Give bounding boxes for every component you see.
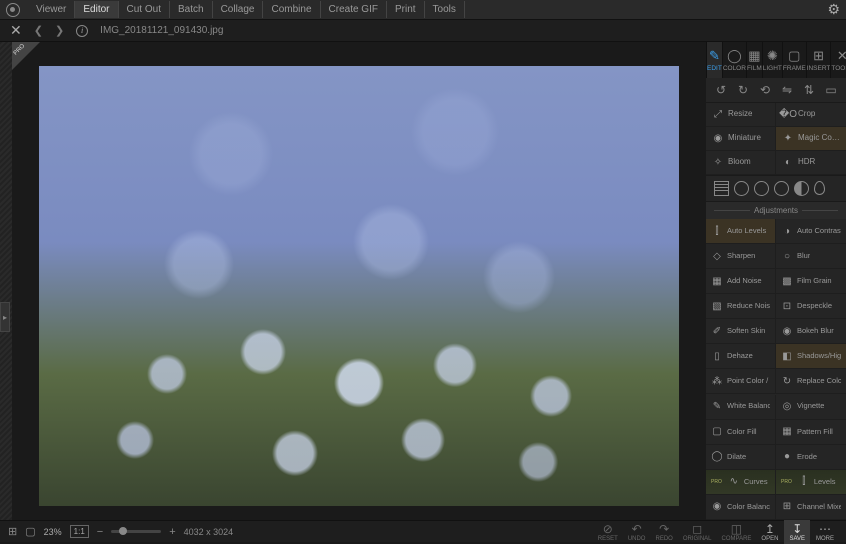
- image-canvas[interactable]: [39, 66, 679, 506]
- close-button[interactable]: ✕: [10, 22, 22, 39]
- pro-badge: PRO: [12, 42, 40, 70]
- adjustments-grid: ⫿Auto Levels◑Auto Contrast◇Sharpen○Blur▦…: [706, 219, 846, 520]
- rotate-free-icon[interactable]: ⟲: [758, 83, 772, 97]
- adjust-pattern-fill[interactable]: ▦Pattern Fill: [776, 420, 846, 445]
- adjust-channel-mixer[interactable]: ⊞Channel Mixer: [776, 495, 846, 520]
- status-bar: ⊞ ▢ 23% 1:1 − + 4032 x 3024 ⊘RESET↶UNDO↷…: [0, 520, 846, 542]
- mode-tabs: ✎EDIT◯COLOR▦FILM✺LIGHT▢FRAME⊞INSERT✕TOOL…: [706, 42, 846, 78]
- menu-batch[interactable]: Batch: [170, 1, 213, 18]
- canvas-area: PRO: [12, 42, 706, 520]
- rotate-tools: ↺ ↻ ⟲ ⇋ ⇅ ▭: [706, 78, 846, 103]
- adjust-bokeh-blur[interactable]: ◉Bokeh Blur: [776, 319, 846, 344]
- zoom-out-button[interactable]: −: [97, 526, 103, 538]
- file-name: IMG_20181121_091430.jpg: [100, 25, 223, 36]
- right-panel: ✎EDIT◯COLOR▦FILM✺LIGHT▢FRAME⊞INSERT✕TOOL…: [706, 42, 846, 520]
- zoom-value: 23%: [44, 527, 62, 537]
- rotate-cw-icon[interactable]: ↻: [736, 83, 750, 97]
- adjust-white-balance[interactable]: ✎White Balance: [706, 395, 776, 420]
- menu-editor[interactable]: Editor: [75, 1, 118, 18]
- mode-tab-frame[interactable]: ▢FRAME: [782, 42, 806, 78]
- menu-tools[interactable]: Tools: [425, 1, 465, 18]
- left-strip: ▸: [0, 42, 12, 520]
- adjust-curves[interactable]: PRO∿Curves: [706, 470, 776, 495]
- adjust-color-fill[interactable]: ▢Color Fill: [706, 420, 776, 445]
- expand-panel-button[interactable]: ▸: [0, 302, 10, 332]
- tool-hdr[interactable]: ◐HDR: [776, 151, 846, 175]
- adjust-dehaze[interactable]: ▯Dehaze: [706, 344, 776, 369]
- mode-tab-edit[interactable]: ✎EDIT: [706, 42, 722, 78]
- menu-viewer[interactable]: Viewer: [28, 1, 75, 18]
- action-more[interactable]: ⋯MORE: [812, 522, 838, 542]
- adjust-replace-color[interactable]: ↻Replace Color: [776, 369, 846, 394]
- transform-grid: ⤢Resize�OCrop◉Miniature✦Magic Color✧Bloo…: [706, 103, 846, 176]
- rotate-ccw-icon[interactable]: ↺: [714, 83, 728, 97]
- adjust-reduce-noise[interactable]: ▧Reduce Noise: [706, 294, 776, 319]
- preset-drop-icon[interactable]: [814, 181, 825, 195]
- preset-circle-2-icon[interactable]: [754, 181, 769, 196]
- action-reset[interactable]: ⊘RESET: [594, 522, 622, 542]
- adjust-vignette[interactable]: ◎Vignette: [776, 395, 846, 420]
- adjust-auto-contrast[interactable]: ◑Auto Contrast: [776, 219, 846, 244]
- menu-combine[interactable]: Combine: [263, 1, 320, 18]
- adjustments-header: Adjustments: [706, 202, 846, 219]
- preset-circle-3-icon[interactable]: [774, 181, 789, 196]
- mode-tab-film[interactable]: ▦FILM: [746, 42, 762, 78]
- action-redo[interactable]: ↷REDO: [651, 522, 676, 542]
- action-undo[interactable]: ↶UNDO: [624, 522, 650, 542]
- mode-tab-insert[interactable]: ⊞INSERT: [806, 42, 831, 78]
- tool-magic-color[interactable]: ✦Magic Color: [776, 127, 846, 151]
- adjust-point-color-emphasize-col-[interactable]: ⁂Point Color / Emphasize Col.: [706, 369, 776, 394]
- menu-cut-out[interactable]: Cut Out: [119, 1, 170, 18]
- adjust-sharpen[interactable]: ◇Sharpen: [706, 244, 776, 269]
- action-compare[interactable]: ◫COMPARE: [718, 522, 756, 542]
- menu-print[interactable]: Print: [387, 1, 425, 18]
- flip-v-icon[interactable]: ⇅: [802, 83, 816, 97]
- image-dimensions: 4032 x 3024: [184, 527, 234, 537]
- top-menu: ViewerEditorCut OutBatchCollageCombineCr…: [0, 0, 846, 20]
- tool-crop[interactable]: �OCrop: [776, 103, 846, 127]
- file-bar: ✕ ❮ ❯ i IMG_20181121_091430.jpg: [0, 20, 846, 42]
- adjust-shadows-highlights[interactable]: ◧Shadows/Highlights: [776, 344, 846, 369]
- preset-circle-1-icon[interactable]: [734, 181, 749, 196]
- adjust-despeckle[interactable]: ⊡Despeckle: [776, 294, 846, 319]
- prev-file-button[interactable]: ❮: [34, 24, 43, 37]
- mode-tab-tools[interactable]: ✕TOOLS: [830, 42, 846, 78]
- view-icon[interactable]: ▢: [25, 525, 35, 538]
- adjust-add-noise[interactable]: ▦Add Noise: [706, 269, 776, 294]
- info-icon[interactable]: i: [76, 25, 88, 37]
- adjust-soften-skin[interactable]: ✐Soften Skin: [706, 319, 776, 344]
- settings-gear-icon[interactable]: ⚙: [827, 1, 840, 18]
- adjust-erode[interactable]: ●Erode: [776, 445, 846, 470]
- next-file-button[interactable]: ❯: [55, 24, 64, 37]
- menu-collage[interactable]: Collage: [213, 1, 264, 18]
- adjust-color-balance[interactable]: ◉Color Balance: [706, 495, 776, 520]
- adjust-film-grain[interactable]: ▩Film Grain: [776, 269, 846, 294]
- preset-list-icon[interactable]: [714, 181, 729, 196]
- flip-h-icon[interactable]: ⇋: [780, 83, 794, 97]
- action-save[interactable]: ↧SAVE: [784, 520, 810, 544]
- action-original[interactable]: ◻ORIGINAL: [679, 522, 716, 542]
- grid-icon[interactable]: ⊞: [8, 525, 17, 538]
- preset-half-icon[interactable]: [794, 181, 809, 196]
- adjust-dilate[interactable]: ◯Dilate: [706, 445, 776, 470]
- tool-miniature[interactable]: ◉Miniature: [706, 127, 776, 151]
- action-open[interactable]: ↥OPEN: [757, 522, 782, 542]
- tool-bloom[interactable]: ✧Bloom: [706, 151, 776, 175]
- app-logo-icon[interactable]: [6, 3, 20, 17]
- straighten-icon[interactable]: ▭: [824, 83, 838, 97]
- adjust-levels[interactable]: PRO⫿Levels: [776, 470, 846, 495]
- menu-create-gif[interactable]: Create GIF: [321, 1, 387, 18]
- fit-button[interactable]: 1:1: [70, 525, 89, 538]
- mode-tab-light[interactable]: ✺LIGHT: [762, 42, 782, 78]
- zoom-slider[interactable]: [111, 530, 161, 533]
- preset-row: [706, 176, 846, 202]
- adjust-blur[interactable]: ○Blur: [776, 244, 846, 269]
- tool-resize[interactable]: ⤢Resize: [706, 103, 776, 127]
- adjust-auto-levels[interactable]: ⫿Auto Levels: [706, 219, 776, 244]
- zoom-in-button[interactable]: +: [169, 526, 175, 538]
- mode-tab-color[interactable]: ◯COLOR: [722, 42, 746, 78]
